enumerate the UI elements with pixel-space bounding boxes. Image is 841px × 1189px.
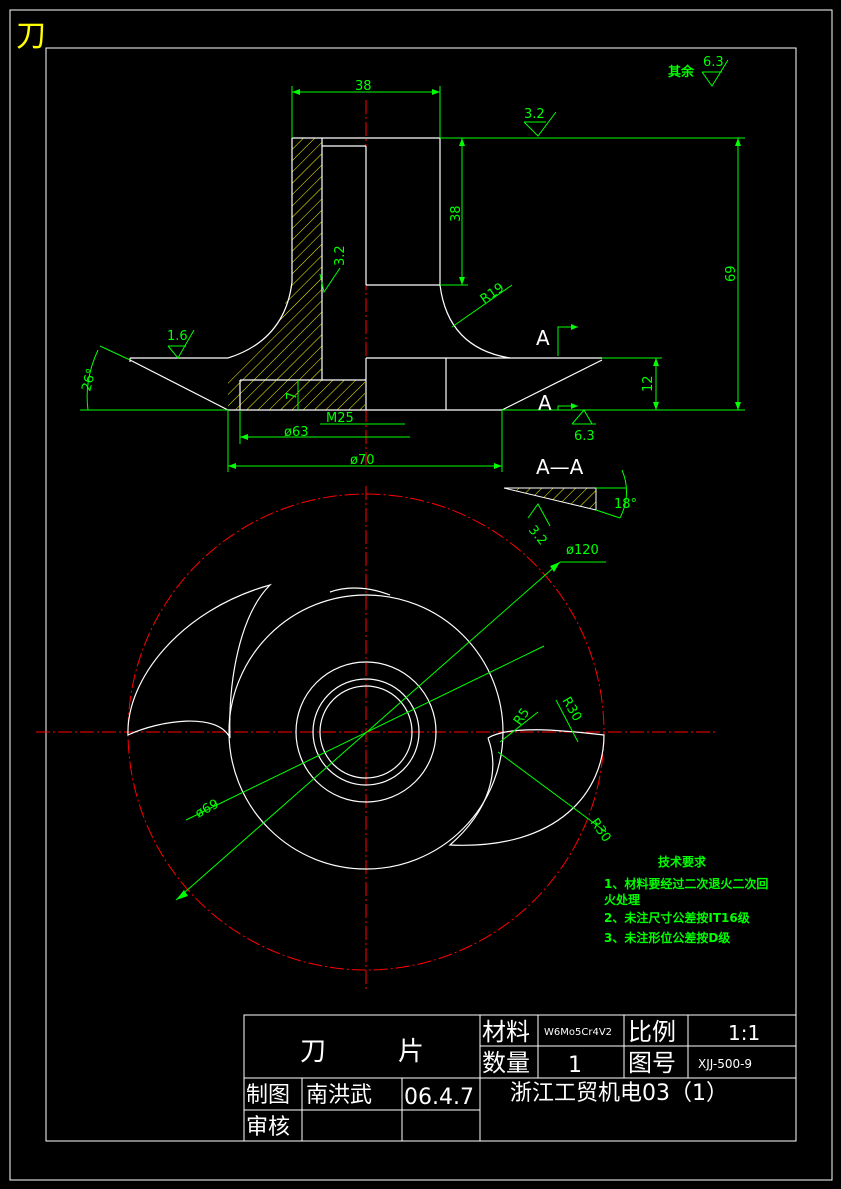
qty-label: 数量: [482, 1049, 530, 1077]
material-value: W6Mo5Cr4V2: [544, 1027, 612, 1038]
material-label: 材料: [482, 1018, 530, 1046]
qty-value: 1: [568, 1053, 582, 1078]
notes-line-1b: 火处理: [604, 892, 640, 907]
dim-angle: 26°: [79, 367, 99, 393]
drawn-date: 06.4.7: [404, 1085, 474, 1110]
front-view: 38 38 69 R19 26° 12 7 M25 ø63 ø70 A A 3.…: [79, 55, 745, 527]
roughness-bottom: 6.3: [574, 429, 595, 444]
roughness-section: 3.2: [525, 523, 550, 548]
dim-d70: ø70: [350, 453, 375, 468]
title-block-text: 刀 片 材料 W6Mo5Cr4V2 比例 1:1 数量 1 图号 XJJ-500…: [246, 1018, 760, 1140]
dim-d69: ø69: [193, 797, 222, 822]
notes-line-1a: 1、材料要经过二次退火二次回: [604, 876, 768, 891]
outer-border: [9, 9, 833, 1181]
dim-d63: ø63: [284, 425, 309, 440]
corner-label: 刀: [16, 19, 46, 54]
roughness-top: 3.2: [524, 107, 545, 122]
dim-flange-height: 12: [641, 375, 656, 392]
drawn-name: 南洪武: [306, 1083, 372, 1108]
section-title: A—A: [536, 455, 584, 479]
checked-label: 审核: [246, 1115, 290, 1140]
notes-line-2: 2、未注尺寸公差按IT16级: [604, 910, 750, 925]
dim-height-bore: 38: [449, 205, 464, 222]
dim-fillet: R19: [478, 280, 508, 307]
scale-value: 1:1: [728, 1021, 760, 1045]
technical-notes: 技术要求 1、材料要经过二次退火二次回 火处理 2、未注尺寸公差按IT16级 3…: [604, 854, 768, 945]
roughness-flange: 1.6: [167, 329, 188, 344]
roughness-other-value: 6.3: [703, 55, 724, 70]
roughness-other-label: 其余: [668, 64, 695, 80]
drawn-label: 制图: [246, 1083, 290, 1108]
dim-depth: 7: [285, 392, 300, 400]
part-name-1: 刀: [300, 1037, 326, 1067]
drawing-no-label: 图号: [628, 1049, 676, 1077]
notes-title: 技术要求: [658, 854, 707, 869]
dim-section-angle: 18°: [614, 497, 637, 512]
dim-d120: ø120: [566, 543, 599, 558]
cad-drawing: 刀 38 38 69 R19 26° 12 7 M25 ø63 ø70 A A …: [9, 9, 833, 1181]
dim-r30-a: R30: [559, 695, 585, 725]
scale-label: 比例: [628, 1018, 676, 1046]
drawing-no-value: XJJ-500-9: [698, 1057, 752, 1071]
hatched-section: [228, 138, 365, 410]
notes-line-3: 3、未注形位公差按D级: [604, 930, 730, 945]
dim-height-total: 69: [724, 265, 739, 282]
part-name-2: 片: [398, 1037, 424, 1067]
dim-width-top: 38: [355, 79, 372, 94]
company: 浙江工贸机电03（1）: [510, 1081, 728, 1106]
dim-thread: M25: [326, 411, 354, 426]
dim-r5: R5: [511, 706, 533, 729]
section-aa: A—A 18° 3.2: [503, 455, 637, 548]
section-arrow-a-top: A: [536, 326, 550, 350]
section-arrow-a-bottom: A: [538, 391, 552, 415]
roughness-bore: 3.2: [333, 245, 348, 266]
inner-border: [45, 47, 797, 1142]
